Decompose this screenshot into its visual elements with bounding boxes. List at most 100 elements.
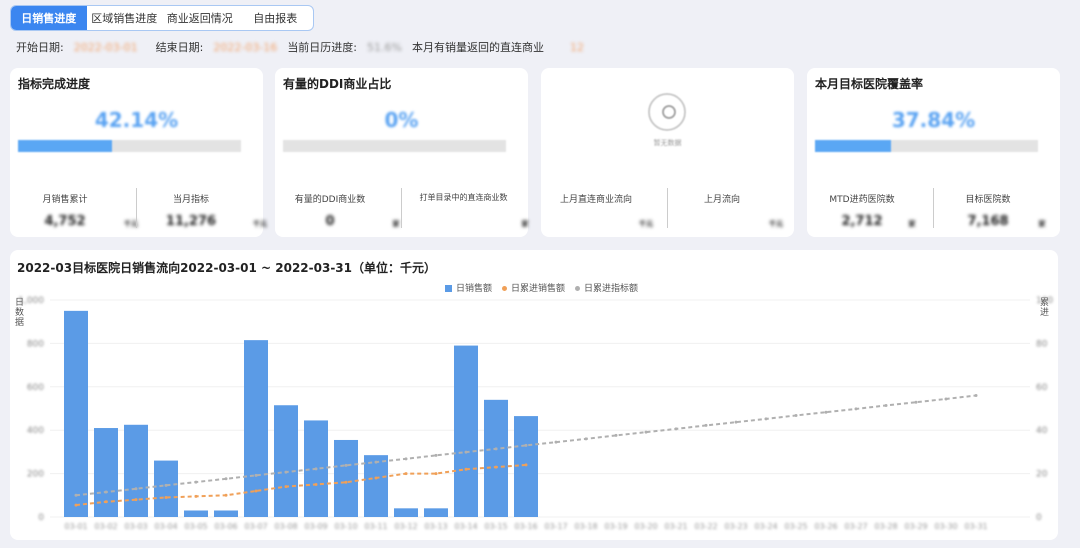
calendar-progress-value: 51.6% bbox=[367, 40, 402, 54]
last-month-flow-label: 上月流向 bbox=[703, 195, 740, 205]
point-cum-target bbox=[824, 410, 828, 414]
point-cum-target bbox=[74, 493, 78, 497]
coverage-value: 37.84% bbox=[891, 108, 976, 132]
empty-data-icon bbox=[648, 93, 686, 131]
point-cum-sales bbox=[434, 472, 438, 476]
end-date-value[interactable]: 2022-03-16 bbox=[213, 41, 277, 54]
x-tick-label: 03-14 bbox=[454, 522, 477, 531]
x-tick-label: 03-29 bbox=[904, 522, 927, 531]
monthly-target-label: 当月指标 bbox=[172, 195, 209, 205]
x-tick-label: 03-25 bbox=[784, 522, 807, 531]
point-cum-target bbox=[404, 457, 408, 461]
unit: 家 bbox=[392, 220, 400, 228]
x-tick-label: 03-02 bbox=[94, 522, 117, 531]
progress-value: 42.14% bbox=[94, 108, 179, 132]
x-tick-label: 03-01 bbox=[64, 522, 87, 531]
point-cum-sales bbox=[464, 467, 468, 471]
card-title: 有量的DDI商业占比 bbox=[283, 77, 392, 91]
point-cum-target bbox=[554, 440, 558, 444]
target-hospital-label: 目标医院数 bbox=[965, 195, 1011, 205]
point-cum-sales bbox=[524, 463, 528, 467]
x-tick-label: 03-06 bbox=[214, 522, 237, 531]
report-tabs: 日销售进度 区域销售进度 商业返回情况 自由报表 bbox=[10, 5, 314, 31]
y-right-tick-label: 40 bbox=[1036, 426, 1048, 436]
y-tick-label: 400 bbox=[27, 426, 44, 436]
y-right-tick-label: 100 bbox=[1036, 296, 1053, 306]
tab-commercial-return[interactable]: 商业返回情况 bbox=[162, 6, 238, 30]
bar-daily-sales bbox=[424, 508, 448, 517]
start-date-value[interactable]: 2022-03-01 bbox=[74, 41, 138, 54]
x-tick-label: 03-17 bbox=[544, 522, 567, 531]
point-cum-target bbox=[704, 423, 708, 427]
bar-daily-sales bbox=[334, 439, 358, 517]
progress-bar bbox=[815, 140, 1038, 152]
point-cum-sales bbox=[104, 500, 108, 504]
point-cum-target bbox=[794, 413, 798, 417]
bar-daily-sales bbox=[484, 399, 508, 517]
point-cum-target bbox=[944, 397, 948, 401]
empty-data-text: 暂无数据 bbox=[653, 139, 682, 147]
bar-daily-sales bbox=[514, 416, 538, 517]
ddi-count-label: 有量的DDI商业数 bbox=[294, 195, 366, 205]
tab-regional-sales[interactable]: 区域销售进度 bbox=[87, 6, 163, 30]
x-tick-label: 03-24 bbox=[754, 522, 777, 531]
point-cum-target bbox=[284, 470, 288, 474]
x-tick-label: 03-26 bbox=[814, 522, 837, 531]
returned-commercial-value: 12 bbox=[569, 40, 584, 54]
point-cum-target bbox=[314, 467, 318, 471]
point-cum-target bbox=[434, 453, 438, 457]
y-tick-label: 0 bbox=[38, 513, 44, 523]
x-tick-label: 03-31 bbox=[964, 522, 987, 531]
point-cum-target bbox=[494, 447, 498, 451]
point-cum-sales bbox=[404, 472, 408, 476]
point-cum-target bbox=[164, 483, 168, 487]
card-title: 本月目标医院覆盖率 bbox=[815, 77, 924, 91]
point-cum-target bbox=[344, 463, 348, 467]
x-tick-label: 03-13 bbox=[424, 522, 447, 531]
card-target-progress: 指标完成进度 42.14% 月销售累计 4,752 千元 当月指标 11,276… bbox=[10, 68, 267, 237]
direct-commercial-label: 打单目录中的直连商业数 bbox=[419, 193, 508, 202]
x-tick-label: 03-23 bbox=[724, 522, 747, 531]
x-tick-label: 03-08 bbox=[274, 522, 297, 531]
bar-daily-sales bbox=[364, 455, 388, 517]
point-cum-target bbox=[464, 450, 468, 454]
card-hospital-coverage: 本月目标医院覆盖率 37.84% MTD进药医院数 2,712 家 目标医院数 … bbox=[807, 68, 1060, 237]
bar-daily-sales bbox=[184, 510, 208, 517]
point-cum-target bbox=[614, 433, 618, 437]
point-cum-target bbox=[134, 487, 138, 491]
bar-daily-sales bbox=[214, 510, 238, 517]
unit: 家 bbox=[1038, 220, 1046, 228]
point-cum-sales bbox=[254, 489, 258, 493]
monthly-sales-label: 月销售累计 bbox=[42, 195, 88, 205]
x-tick-label: 03-09 bbox=[304, 522, 327, 531]
point-cum-target bbox=[254, 473, 258, 477]
point-cum-sales bbox=[344, 480, 348, 484]
tab-free-report[interactable]: 自由报表 bbox=[238, 6, 314, 30]
bar-daily-sales bbox=[154, 460, 178, 517]
point-cum-target bbox=[764, 417, 768, 421]
x-tick-label: 03-30 bbox=[934, 522, 957, 531]
y-tick-label: 800 bbox=[27, 339, 44, 349]
x-tick-label: 03-21 bbox=[664, 522, 687, 531]
bar-daily-sales bbox=[454, 345, 478, 517]
unit: 千元 bbox=[639, 220, 653, 228]
card-ddi-ratio: 有量的DDI商业占比 0% 有量的DDI商业数 0 家 打单目录中的直连商业数 … bbox=[275, 68, 529, 237]
point-cum-target bbox=[854, 407, 858, 411]
point-cum-target bbox=[674, 427, 678, 431]
card-last-month-flow: 暂无数据 上月直连商业流向 千元 上月流向 千元 bbox=[541, 68, 794, 237]
tab-daily-sales[interactable]: 日销售进度 bbox=[11, 6, 87, 30]
x-tick-label: 03-27 bbox=[844, 522, 867, 531]
bar-daily-sales bbox=[64, 310, 88, 517]
bar-daily-sales bbox=[274, 405, 298, 517]
x-tick-label: 03-28 bbox=[874, 522, 897, 531]
point-cum-sales bbox=[314, 482, 318, 486]
y-tick-label: 600 bbox=[27, 383, 44, 393]
x-tick-label: 03-07 bbox=[244, 522, 267, 531]
x-tick-label: 03-03 bbox=[124, 522, 147, 531]
progress-bar bbox=[18, 140, 241, 152]
y-right-tick-label: 20 bbox=[1036, 470, 1048, 480]
calendar-progress-label: 当前日历进度: bbox=[287, 41, 358, 54]
point-cum-target bbox=[224, 477, 228, 481]
point-cum-sales bbox=[164, 495, 168, 499]
point-cum-target bbox=[974, 393, 978, 397]
